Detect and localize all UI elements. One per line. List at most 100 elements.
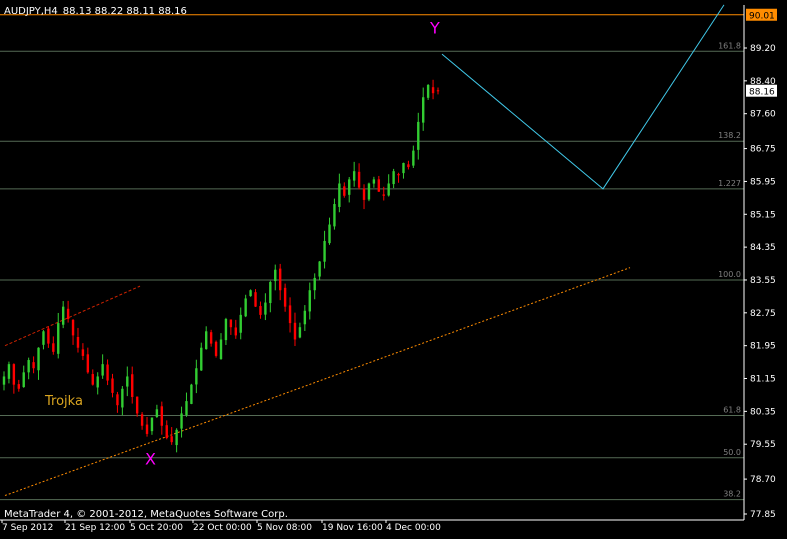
trojka-label: Trojka	[44, 394, 83, 409]
fib-level-label: 38.2	[723, 490, 741, 499]
price-tick-label: 78.70	[750, 475, 776, 485]
candle-body	[249, 290, 252, 297]
candle-body	[12, 364, 16, 385]
price-tick-label: 81.95	[750, 342, 776, 352]
candle-body	[27, 360, 30, 373]
candle-body	[116, 394, 119, 406]
price-tick-label: 82.75	[750, 309, 776, 319]
candle-body	[397, 174, 400, 176]
candle-body	[145, 424, 149, 434]
top-price-label: 90.01	[749, 12, 775, 22]
fib-level-label: 50.0	[723, 448, 741, 457]
candle-body	[377, 179, 381, 192]
current-price-label: 88.16	[749, 88, 775, 98]
candle-body	[323, 240, 326, 262]
wave-label: Y	[429, 19, 440, 38]
candle-body	[22, 372, 25, 388]
fib-level-label: 61.8	[723, 405, 741, 414]
price-tick-label: 87.60	[750, 110, 776, 120]
candle-body	[205, 331, 208, 350]
candle-body	[131, 374, 134, 397]
candle-body	[165, 425, 168, 439]
wave-label: X	[145, 450, 156, 469]
candle-body	[224, 318, 228, 341]
price-tick-label: 80.35	[750, 407, 776, 417]
candle-body	[17, 384, 20, 389]
price-tick-label: 89.20	[750, 44, 776, 54]
candle-body	[431, 87, 435, 94]
candle-body	[135, 396, 139, 414]
candle-body	[308, 290, 311, 312]
price-tick-label: 81.15	[750, 375, 776, 385]
candle-body	[111, 378, 114, 393]
candle-body	[288, 305, 292, 324]
candle-body	[229, 319, 233, 328]
candle-body	[293, 322, 297, 340]
candle-body	[348, 179, 351, 195]
candle-body	[426, 84, 430, 98]
price-tick-label: 86.75	[750, 145, 776, 155]
candle-body	[190, 384, 193, 404]
candle-body	[126, 376, 129, 387]
price-tick-label: 85.15	[750, 210, 776, 220]
candle-body	[313, 277, 316, 291]
candle-body	[150, 417, 154, 432]
candle-body	[195, 368, 198, 385]
price-tick-label: 85.95	[750, 177, 776, 187]
candle-body	[121, 388, 124, 408]
candle-body	[57, 323, 60, 354]
time-tick-label: 22 Oct 00:00	[193, 523, 252, 533]
candle-body	[52, 343, 55, 352]
candle-body	[47, 328, 50, 344]
candle-body	[155, 409, 159, 417]
time-tick-label: 5 Oct 20:00	[130, 523, 183, 533]
fib-level-label: 138.2	[718, 131, 741, 140]
price-tick-label: 84.35	[750, 243, 776, 253]
candle-body	[254, 292, 257, 307]
candle-body	[239, 314, 242, 333]
candle-body	[244, 298, 247, 317]
candle-body	[372, 179, 376, 184]
candle-body	[42, 331, 45, 345]
candle-body	[357, 171, 361, 188]
candle-body	[269, 282, 272, 304]
candle-body	[76, 337, 80, 348]
candle-body	[66, 308, 70, 319]
candle-body	[106, 364, 109, 381]
candle-body	[175, 429, 178, 446]
candle-body	[160, 406, 164, 426]
candle-body	[101, 364, 104, 376]
candle-body	[422, 97, 425, 123]
candle-body	[96, 376, 99, 388]
candle-body	[2, 376, 6, 385]
time-tick-label: 7 Sep 2012	[2, 523, 53, 533]
candle-body	[234, 327, 237, 336]
candle-body	[318, 261, 321, 277]
price-chart[interactable]: 161.8 138.2 1.227 100.0 61.8 50.0 38.2 Y X Trojk…	[0, 0, 787, 539]
fib-level-label: 100.0	[718, 270, 741, 279]
candle-body	[417, 121, 420, 150]
candle-body	[7, 364, 11, 379]
candle-body	[81, 349, 85, 356]
candle-body	[209, 332, 213, 344]
candle-body	[170, 436, 173, 443]
fib-level-label: 161.8	[718, 41, 741, 50]
candle-body	[200, 347, 203, 371]
time-tick-label: 4 Dec 00:00	[386, 523, 441, 533]
candle-body	[140, 414, 144, 426]
candle-body	[392, 171, 395, 185]
candle-body	[264, 302, 267, 315]
copyright-text: MetaTrader 4, © 2001-2012, MetaQuotes So…	[4, 509, 288, 520]
candle-body	[382, 194, 385, 196]
candle-body	[91, 374, 94, 385]
candle-body	[278, 268, 282, 291]
candle-body	[86, 354, 90, 373]
candle-body	[214, 341, 218, 356]
candle-body	[259, 306, 262, 315]
time-tick-label: 5 Nov 08:00	[257, 523, 312, 533]
time-tick-label: 21 Sep 12:00	[65, 523, 125, 533]
time-tick-label: 19 Nov 16:00	[322, 523, 383, 533]
candle-body	[367, 183, 371, 200]
price-tick-label: 79.55	[750, 440, 776, 450]
candle-body	[32, 362, 35, 369]
